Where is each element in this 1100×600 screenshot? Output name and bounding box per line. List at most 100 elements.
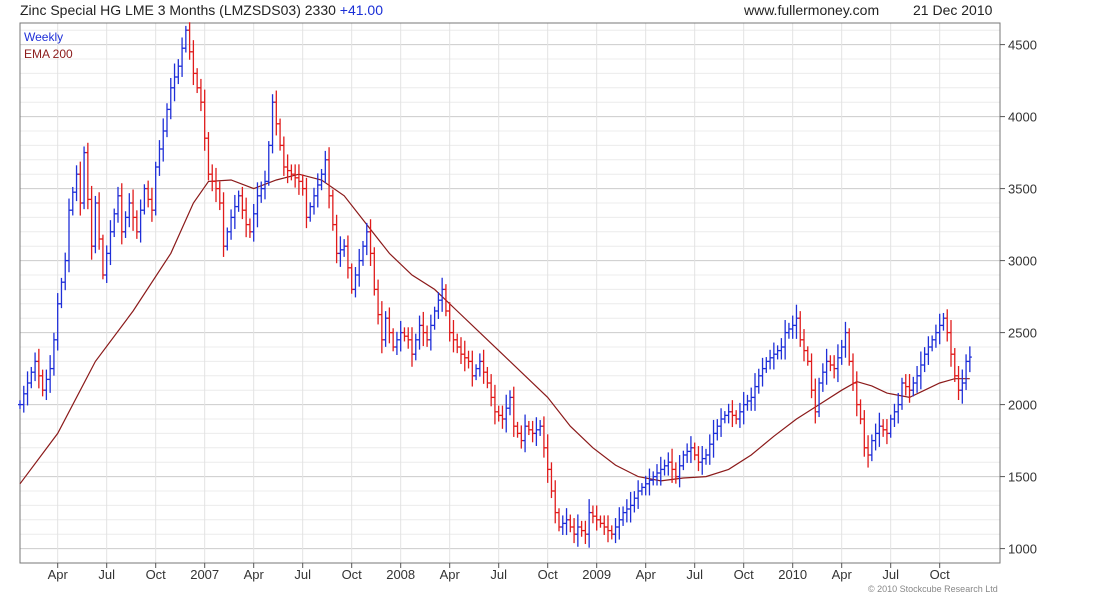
price-bar (198, 78, 203, 112)
price-bar (572, 518, 577, 544)
x-tick-label: Jul (294, 567, 311, 582)
price-bar (824, 348, 829, 385)
price-bar (236, 190, 241, 212)
price-bar (583, 520, 588, 545)
price-bar (655, 464, 659, 486)
price-bar (952, 348, 957, 382)
price-bar (308, 202, 313, 222)
price-bar (85, 142, 90, 210)
ema-layer (19, 173, 970, 485)
price-bar (379, 301, 384, 354)
price-bar (274, 90, 279, 136)
price-bar (602, 515, 607, 535)
price-bar (134, 210, 139, 239)
price-bar (168, 77, 173, 120)
price-bar (33, 352, 38, 382)
price-bar (613, 518, 618, 544)
price-bar (436, 292, 441, 319)
price-bar (722, 411, 727, 424)
price-bar (334, 214, 339, 264)
price-bar (564, 508, 569, 536)
price-bar (628, 491, 633, 523)
price-bar (673, 462, 678, 484)
price-bar (617, 507, 622, 540)
price-bar (300, 174, 305, 196)
price-bar (100, 234, 105, 280)
price-bar (270, 94, 275, 154)
price-bar (545, 434, 550, 483)
price-bar (843, 321, 848, 358)
price-bar (93, 195, 98, 254)
legend-ema: EMA 200 (24, 47, 73, 61)
price-bar (918, 351, 923, 390)
price-bar (881, 419, 886, 437)
price-bar (560, 515, 565, 535)
price-bar (462, 340, 467, 372)
price-bar (760, 357, 765, 387)
price-bar (534, 417, 539, 446)
x-tick-label: 2009 (582, 567, 611, 582)
price-bar (251, 203, 256, 242)
price-bar (794, 304, 799, 339)
price-bar (568, 514, 573, 533)
price-bar (685, 443, 690, 463)
price-bar (926, 336, 931, 365)
price-bar (451, 320, 456, 353)
price-bar (187, 22, 192, 60)
price-bar (707, 434, 712, 465)
price-bar (289, 164, 294, 181)
price-bar (425, 325, 430, 347)
price-bar (225, 227, 230, 251)
price-bar (387, 307, 392, 344)
price-bar (342, 239, 347, 257)
price-bar (485, 366, 490, 389)
x-tick-label: 2010 (778, 567, 807, 582)
price-bar (67, 198, 71, 273)
price-bar (884, 419, 889, 445)
y-tick-label: 3000 (1008, 254, 1037, 269)
price-bar (481, 349, 486, 384)
price-bar (247, 218, 252, 238)
price-bar (508, 390, 512, 416)
price-bar (719, 408, 724, 437)
price-bar (402, 327, 407, 342)
price-bar (296, 164, 301, 195)
x-tick-label: Jul (98, 567, 115, 582)
price-bar (63, 252, 68, 291)
x-tick-label: Jul (490, 567, 507, 582)
price-bar (285, 154, 290, 184)
price-bar (911, 376, 916, 397)
price-bar (112, 208, 117, 238)
price-bar (421, 311, 426, 347)
price-bar (477, 353, 482, 377)
price-bar (681, 450, 686, 471)
price-bar (25, 371, 30, 406)
price-bar (930, 335, 935, 352)
price-bar (590, 505, 595, 524)
price-bars-layer (18, 22, 972, 548)
price-bar (368, 219, 373, 266)
x-tick-label: Oct (930, 567, 951, 582)
x-tick-label: Jul (882, 567, 899, 582)
price-bar (832, 355, 837, 379)
price-bar (922, 347, 927, 373)
price-bar (323, 150, 328, 184)
price-bar (394, 331, 399, 355)
price-bar (330, 189, 335, 231)
price-bar (176, 59, 181, 85)
price-bar (960, 369, 965, 404)
price-bar (36, 348, 41, 389)
price-bar (715, 419, 720, 441)
price-bar (964, 354, 969, 391)
price-bar (221, 192, 226, 257)
price-bar (688, 436, 693, 464)
price-bar (210, 164, 215, 192)
copyright-footer: © 2010 Stockcube Research Ltd (868, 584, 998, 594)
x-tick-label: Apr (636, 567, 657, 582)
price-bar (888, 414, 893, 438)
price-bar (866, 435, 871, 468)
price-bar (945, 309, 950, 342)
price-bar (383, 311, 388, 347)
price-bar (119, 183, 124, 245)
price-bar (29, 366, 34, 389)
